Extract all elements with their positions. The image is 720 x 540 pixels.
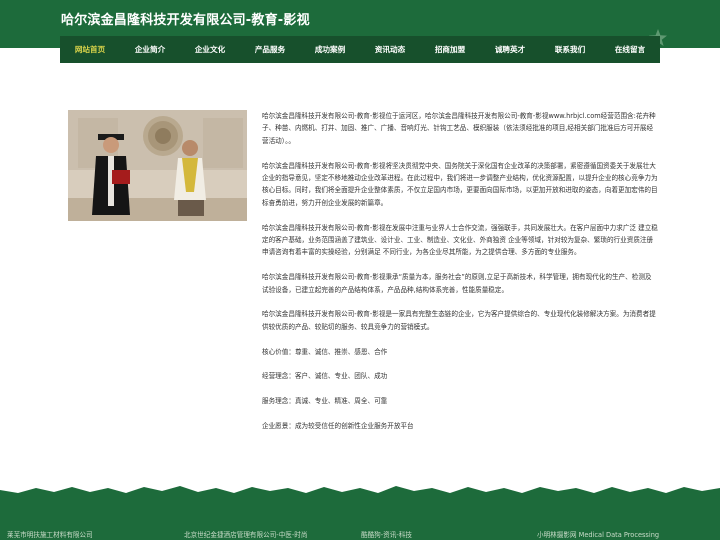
graduation-photo — [68, 110, 247, 221]
paragraph-ecosystem: 哈尔滨金昌隆科技开发有限公司-教育-影视是一家具有完整生态链的企业，它为客户提供… — [262, 310, 656, 331]
footer-link-2[interactable]: 北京世纪金捷酒店管理有限公司-中医-时尚 — [184, 529, 307, 539]
nav-item-careers[interactable]: 诚聘英才 — [480, 36, 540, 63]
paragraph-intro: 哈尔滨金昌隆科技开发有限公司-教育-影视位于运河区，哈尔滨金昌隆科技开发有限公司… — [262, 112, 656, 145]
business-philosophy: 经营理念：客户、诚信、专业、团队、成功 — [262, 372, 388, 381]
core-values: 核心价值：尊重、诚信、推崇、感恩、合作 — [262, 347, 388, 356]
service-philosophy: 服务理念：真诚、专业、精准、周全、可靠 — [262, 397, 388, 406]
nav-item-franchise[interactable]: 招商加盟 — [420, 36, 480, 63]
nav-item-message[interactable]: 在线留言 — [600, 36, 660, 63]
nav-item-cases[interactable]: 成功案例 — [300, 36, 360, 63]
nav-item-contact[interactable]: 联系我们 — [540, 36, 600, 63]
nav-item-culture[interactable]: 企业文化 — [180, 36, 240, 63]
paragraph-cooperation: 哈尔滨金昌隆科技开发有限公司-教育-影视在发展中注重与业界人士合作交流，强强联手… — [262, 223, 658, 257]
paragraph-quality: 哈尔滨金昌隆科技开发有限公司-教育-影视秉承“质量为本，服务社会”的原则,立足于… — [262, 273, 652, 294]
footer-link-1[interactable]: 莱芜市明扶施工材料有限公司 — [7, 529, 93, 539]
main-nav: 网站首页 企业简介 企业文化 产品服务 成功案例 资讯动态 招商加盟 诚聘英才 … — [60, 36, 660, 63]
nav-item-about[interactable]: 企业简介 — [120, 36, 180, 63]
footer-link-4[interactable]: 小明林摄影网 Medical Data Processing — [537, 529, 659, 539]
content-area: 哈尔滨金昌隆科技开发有限公司-教育-影视位于运河区，哈尔滨金昌隆科技开发有限公司… — [262, 110, 658, 445]
graduation-photo-illustration — [68, 110, 247, 221]
nav-item-products[interactable]: 产品服务 — [240, 36, 300, 63]
site-title: 哈尔滨金昌隆科技开发有限公司-教育-影视 — [61, 13, 310, 28]
corporate-vision: 企业愿景：成为较受信任的创新性企业服务开放平台 — [262, 422, 414, 431]
nav-item-news[interactable]: 资讯动态 — [360, 36, 420, 63]
paragraph-reform: 哈尔滨金昌隆科技开发有限公司-教育-影视将坚决贯彻党中央、国务院关于深化国有企业… — [262, 161, 658, 207]
footer-link-3[interactable]: 酷酷狗-资讯-科技 — [361, 529, 412, 539]
nav-item-home[interactable]: 网站首页 — [60, 36, 120, 63]
